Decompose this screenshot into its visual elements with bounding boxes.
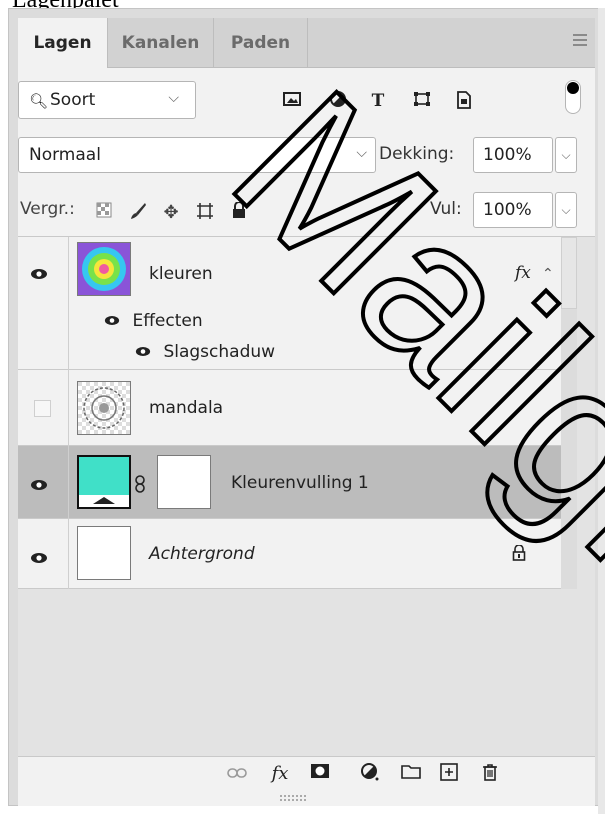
lock-artboard-icon[interactable] (194, 202, 216, 225)
link-chain-icon[interactable] (135, 475, 145, 497)
adjustment-filter-icon[interactable] (327, 91, 349, 112)
image-filter-icon[interactable] (281, 91, 303, 111)
new-fill-adjustment-layer-icon[interactable] (358, 763, 382, 786)
effect-drop-shadow-row[interactable]: Slagschaduw (135, 342, 275, 362)
filter-kind-select[interactable]: 🔍︎ Soort ⌵ (18, 81, 196, 119)
filter-toggle[interactable] (565, 80, 581, 114)
lock-label: Vergr.: (20, 199, 75, 219)
chevron-down-icon: ⌵ (356, 145, 367, 161)
effects-label: Effecten (132, 311, 203, 331)
fill-dropdown-icon[interactable]: ⌵ (555, 192, 577, 228)
shape-filter-icon[interactable] (411, 91, 433, 112)
blend-mode-value: Normaal (29, 145, 101, 165)
opacity-dropdown-icon[interactable]: ⌵ (555, 137, 577, 173)
fill-input[interactable]: 100% (473, 192, 553, 228)
opacity-input[interactable]: 100% (473, 137, 553, 173)
layer-lock-icon (512, 544, 526, 565)
lock-image-pixels-icon[interactable] (127, 202, 149, 225)
resize-grip[interactable] (280, 795, 306, 801)
effects-visibility-eye-icon[interactable] (104, 314, 124, 330)
layer-name[interactable]: mandala (149, 398, 223, 418)
effects-row[interactable]: Effecten (104, 311, 203, 331)
layer-kleuren[interactable]: kleuren fx ⌃ Effecten Slagschaduw (18, 237, 561, 370)
layer-effects-icon[interactable]: fx (515, 263, 531, 283)
filter-kind-label: Soort (50, 90, 96, 110)
add-mask-icon[interactable] (308, 763, 332, 784)
type-filter-icon[interactable]: T (367, 91, 389, 111)
scrollbar-thumb[interactable] (561, 237, 577, 309)
chevron-up-icon[interactable]: ⌃ (542, 266, 554, 282)
layer-list-scrollbar[interactable] (561, 237, 577, 589)
link-layers-icon[interactable] (225, 763, 249, 784)
layer-achtergrond[interactable]: Achtergrond (18, 519, 561, 589)
layer-mask-thumbnail[interactable] (157, 455, 211, 509)
panel-menu-icon[interactable] (573, 34, 587, 46)
fill-color-thumbnail[interactable] (77, 455, 131, 509)
layers-toolbar: fx (18, 756, 595, 794)
search-icon: 🔍︎ (29, 92, 49, 110)
layer-name[interactable]: Achtergrond (149, 544, 255, 564)
layer-list: kleuren fx ⌃ Effecten Slagschaduw mandal… (18, 236, 595, 756)
new-group-folder-icon[interactable] (399, 763, 423, 784)
layer-name[interactable]: kleuren (149, 264, 213, 284)
layer-thumbnail-kleuren (77, 242, 131, 296)
layers-panel: 🔍︎ Soort ⌵ T Normaal ⌵ Dekking: 100% ⌵ V… (18, 68, 595, 806)
visibility-column (18, 237, 69, 589)
fill-label: Vul: (430, 199, 462, 219)
opacity-label: Dekking: (379, 144, 455, 164)
tab-lagen[interactable]: Lagen (18, 18, 108, 69)
layer-thumbnail-mandala (77, 381, 131, 435)
layer-kleurenvulling[interactable]: Kleurenvulling 1 (18, 446, 561, 519)
effect-visibility-eye-icon[interactable] (135, 345, 155, 361)
tab-paden[interactable]: Paden (214, 18, 308, 68)
layer-name[interactable]: Kleurenvulling 1 (231, 473, 369, 493)
add-layer-style-icon[interactable]: fx (268, 763, 292, 784)
chevron-down-icon: ⌵ (168, 90, 179, 106)
lock-position-icon[interactable]: ✥ (160, 202, 182, 223)
panel-tabs: Lagen Kanalen Paden (18, 18, 595, 69)
layer-thumbnail-achtergrond (77, 526, 131, 580)
new-layer-icon[interactable] (437, 763, 461, 786)
panel-edge (598, 8, 605, 814)
lock-all-icon[interactable] (228, 201, 250, 223)
layer-mandala[interactable]: mandala (18, 370, 561, 446)
effect-name: Slagschaduw (163, 342, 276, 362)
lock-transparent-pixels-icon[interactable] (93, 202, 115, 223)
smart-object-filter-icon[interactable] (453, 91, 475, 114)
tab-kanalen[interactable]: Kanalen (108, 18, 214, 68)
delete-layer-icon[interactable] (478, 763, 502, 786)
blend-mode-select[interactable]: Normaal ⌵ (18, 137, 376, 173)
